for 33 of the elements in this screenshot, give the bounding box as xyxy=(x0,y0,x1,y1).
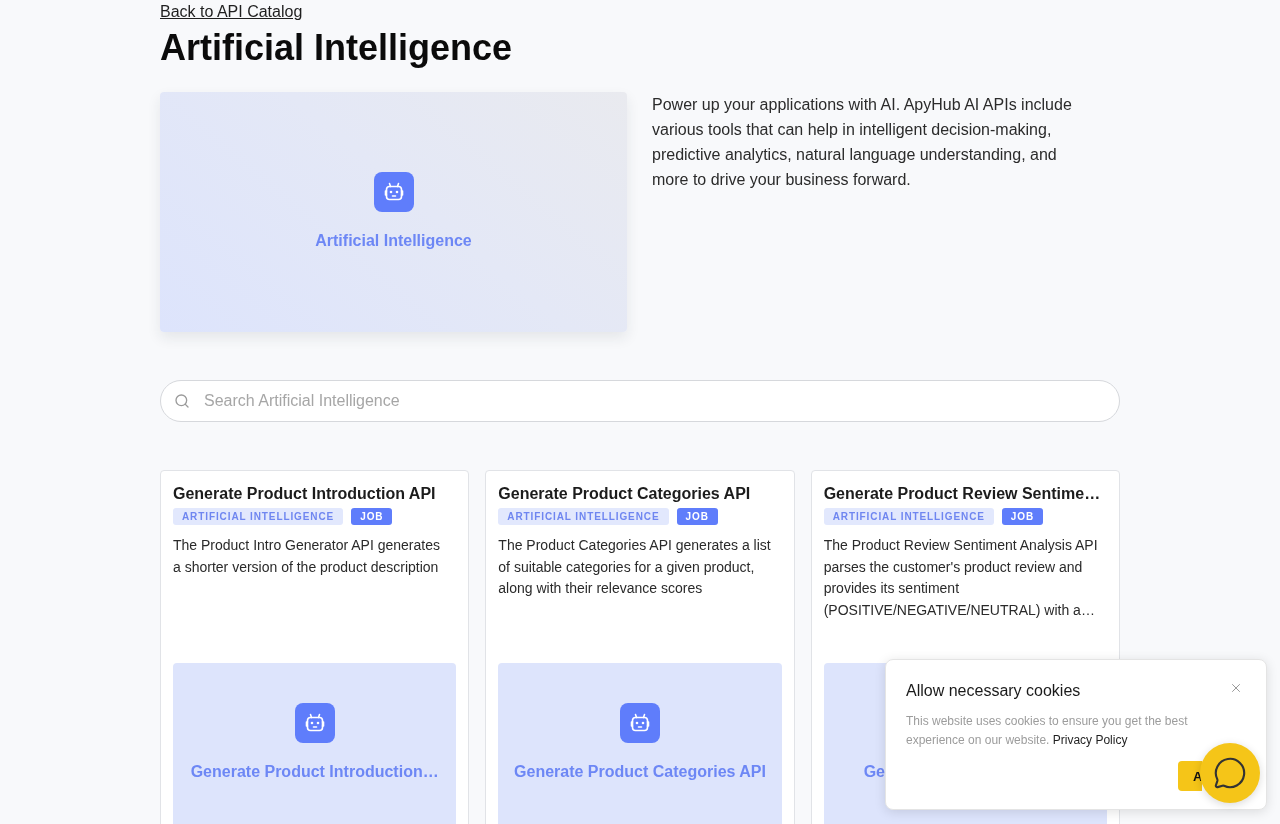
card-title: Generate Product Introduction API xyxy=(173,484,437,504)
accept-button[interactable]: A xyxy=(1178,761,1202,791)
type-tag: JOB xyxy=(351,508,393,525)
category-description: Power up your applications with AI. ApyHub AI APIs include various tools that can help in intelligent decision-making, predictive analytics, natural language understanding, and more to drive your business forward. xyxy=(652,95,1072,190)
search-icon xyxy=(174,393,190,409)
banner-label: Artificial Intelligence xyxy=(315,231,472,251)
category-tag: ARTIFICIAL INTELLIGENCE xyxy=(498,508,669,525)
close-icon xyxy=(1229,681,1243,695)
thumbnail-label: Ge xyxy=(862,762,885,782)
type-tag: JOB xyxy=(676,508,718,525)
robot-icon xyxy=(294,703,335,743)
thumbnail-label: Generate Product Categories API xyxy=(514,762,766,782)
robot-icon xyxy=(620,703,660,743)
type-tag: JOB xyxy=(1001,508,1044,525)
privacy-policy-link[interactable]: Privacy Policy xyxy=(1052,733,1128,747)
page-title: Artificial Intelligence xyxy=(160,26,514,70)
back-link[interactable]: Back to API Catalog xyxy=(160,1,303,23)
card-description: The Product Review Sentiment Analysis API parses the customer's product review and provides its sentiment (POSITIVE/NEGATIVE/NEUTRAL) with a… xyxy=(823,536,1099,620)
search-field[interactable]: Search Artificial Intelligence xyxy=(160,380,1120,422)
api-card[interactable]: Generate Product Introduction API ARTIFICIAL INTELLIGENCE JOB The Product Intro Generator API generates a shorter version of the product description Generate Product Introduction… xyxy=(160,470,470,824)
category-tag: ARTIFICIAL INTELLIGENCE xyxy=(173,508,344,525)
card-title: Generate Product Categories API xyxy=(498,484,752,504)
thumbnail-label: Generate Product Introduction… xyxy=(190,762,439,782)
cookie-title: Allow necessary cookies xyxy=(906,681,1081,701)
chat-bubble-icon xyxy=(1213,756,1247,790)
api-card[interactable] xyxy=(485,470,795,824)
close-button[interactable] xyxy=(1229,681,1243,695)
card-description: The Product Categories API generates a list of suitable categories for a given product, along with their relevance scores xyxy=(498,536,772,598)
category-tag: ARTIFICIAL INTELLIGENCE xyxy=(823,508,994,525)
card-title: Generate Product Review Sentime… xyxy=(823,484,1102,504)
robot-icon xyxy=(373,172,414,212)
cookie-text: This website uses cookies to ensure you get the best experience on our website. Privacy Policy xyxy=(906,713,1189,749)
card-description: The Product Intro Generator API generates a shorter version of the product description xyxy=(173,536,441,577)
